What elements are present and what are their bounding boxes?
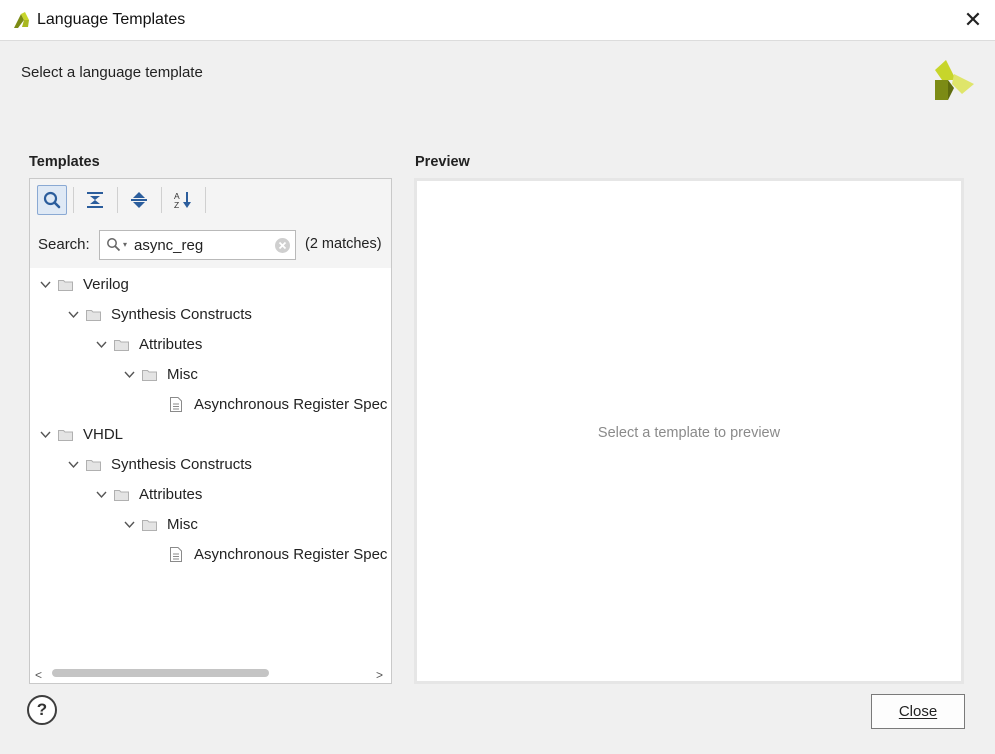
chevron-down-icon[interactable] — [68, 459, 79, 470]
search-input[interactable] — [134, 233, 268, 257]
scroll-right-icon[interactable]: > — [376, 668, 383, 682]
folder-icon — [114, 490, 129, 501]
search-dropdown-icon[interactable]: ▾ — [123, 240, 127, 249]
templates-toolbar: A Z — [30, 179, 391, 223]
horizontal-scrollbar[interactable]: < > — [30, 664, 391, 683]
dialog-subtitle: Select a language template — [21, 64, 203, 81]
search-box[interactable]: ▾ — [99, 230, 296, 260]
tree-node-label: VHDL — [83, 426, 124, 443]
search-label: Search: — [38, 236, 90, 253]
tree-node-template[interactable]: Asynchronous Register Spec — [30, 540, 391, 570]
chevron-down-icon[interactable] — [40, 279, 51, 290]
scroll-left-icon[interactable]: < — [35, 668, 42, 682]
tree-node-template[interactable]: Asynchronous Register Spec — [30, 390, 391, 420]
collapse-all-icon — [87, 192, 103, 208]
tree-node-vhdl[interactable]: VHDL — [30, 420, 391, 450]
tree-node-verilog[interactable]: Verilog — [30, 270, 391, 300]
chevron-down-icon[interactable] — [96, 489, 107, 500]
tree-node-label: Asynchronous Register Spec — [194, 396, 388, 413]
window-title: Language Templates — [37, 11, 186, 28]
folder-icon — [86, 460, 101, 471]
sort-az-icon: A Z — [174, 191, 191, 210]
tree-node-label: Misc — [167, 516, 198, 533]
tree-node-synthesis-constructs[interactable]: Synthesis Constructs — [30, 450, 391, 480]
chevron-down-icon[interactable] — [124, 519, 135, 530]
search-toggle-button[interactable] — [37, 185, 67, 215]
tree-node-misc[interactable]: Misc — [30, 360, 391, 390]
expand-all-icon — [131, 192, 147, 208]
help-button[interactable]: ? — [27, 695, 57, 725]
folder-icon — [58, 430, 73, 441]
templates-heading: Templates — [29, 154, 100, 170]
vivado-logo-icon — [935, 60, 974, 100]
tree-node-label: Misc — [167, 366, 198, 383]
close-button[interactable]: Close — [871, 694, 965, 729]
tree-node-label: Synthesis Constructs — [111, 306, 252, 323]
tree-node-attributes[interactable]: Attributes — [30, 330, 391, 360]
folder-icon — [58, 280, 73, 291]
title-bar: Language Templates ✕ — [0, 0, 995, 41]
search-row: Search: ▾ (2 matches) — [30, 222, 391, 268]
templates-panel: A Z Search: ▾ (2 matches) — [29, 178, 392, 684]
expand-all-button[interactable] — [124, 185, 154, 215]
scrollbar-thumb[interactable] — [52, 669, 269, 677]
search-icon — [107, 238, 121, 252]
template-tree: Verilog Synthesis Constructs Attributes … — [30, 270, 391, 664]
toolbar-separator — [205, 187, 206, 213]
tree-node-synthesis-constructs[interactable]: Synthesis Constructs — [30, 300, 391, 330]
toolbar-separator — [161, 187, 162, 213]
search-icon — [43, 191, 61, 209]
clear-search-icon[interactable] — [274, 237, 291, 254]
vivado-logo-icon — [14, 12, 29, 28]
toolbar-separator — [73, 187, 74, 213]
tree-node-label: Synthesis Constructs — [111, 456, 252, 473]
window-close-button[interactable]: ✕ — [955, 4, 991, 36]
tree-node-attributes[interactable]: Attributes — [30, 480, 391, 510]
svg-text:Z: Z — [174, 200, 179, 210]
folder-icon — [86, 310, 101, 321]
preview-panel: Select a template to preview — [414, 178, 964, 684]
chevron-down-icon[interactable] — [40, 429, 51, 440]
toolbar-separator — [117, 187, 118, 213]
folder-icon — [142, 520, 157, 531]
folder-icon — [142, 370, 157, 381]
document-icon — [170, 547, 182, 562]
sort-button[interactable]: A Z — [168, 185, 198, 215]
collapse-all-button[interactable] — [80, 185, 110, 215]
document-icon — [170, 397, 182, 412]
tree-node-label: Asynchronous Register Spec — [194, 546, 388, 563]
tree-node-misc[interactable]: Misc — [30, 510, 391, 540]
folder-icon — [114, 340, 129, 351]
tree-node-label: Verilog — [83, 276, 129, 293]
chevron-down-icon[interactable] — [68, 309, 79, 320]
tree-node-label: Attributes — [139, 336, 203, 353]
tree-node-label: Attributes — [139, 486, 203, 503]
preview-placeholder: Select a template to preview — [597, 425, 781, 441]
preview-heading: Preview — [415, 154, 470, 170]
chevron-down-icon[interactable] — [96, 339, 107, 350]
chevron-down-icon[interactable] — [124, 369, 135, 380]
search-match-count: (2 matches) — [305, 236, 382, 252]
